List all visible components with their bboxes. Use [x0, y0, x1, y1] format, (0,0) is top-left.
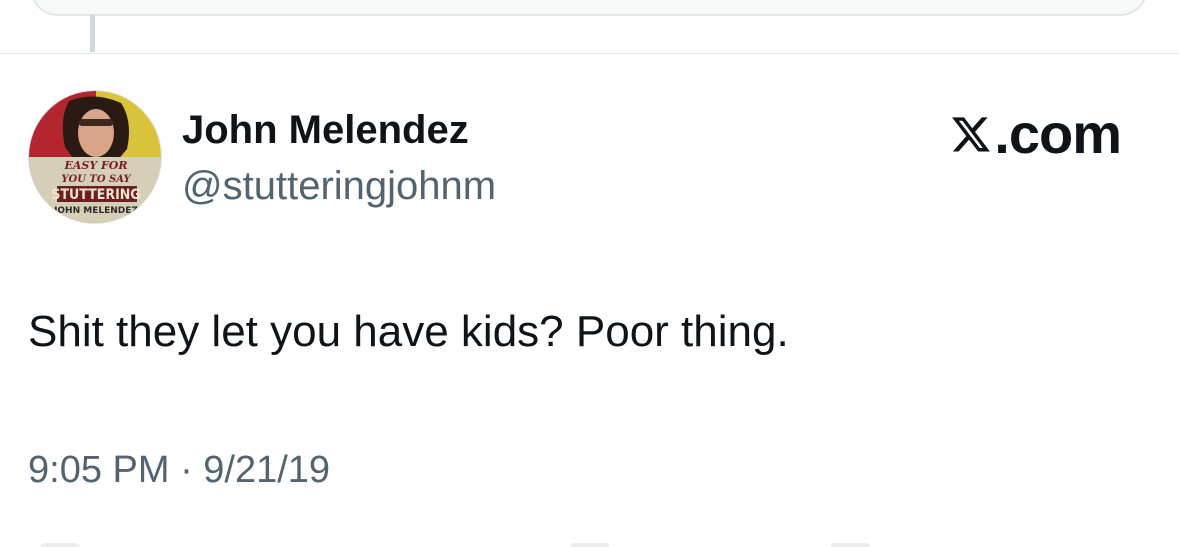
x-logo-icon	[952, 117, 991, 152]
tweet-timestamp[interactable]: 9:05 PM · 9/21/19	[28, 446, 330, 494]
thread-connector-line	[90, 14, 95, 52]
avatar-cover-line1: EASY FOR	[63, 159, 127, 172]
brand-logo: .com	[950, 102, 1122, 165]
avatar-image: EASY FOR YOU TO SAY STUTTERING JOHN MELE…	[29, 91, 161, 223]
action-bar-partial	[0, 540, 1179, 547]
reply-icon[interactable]	[40, 543, 80, 547]
avatar-cover-line4: JOHN MELENDEZ	[53, 206, 138, 216]
avatar[interactable]: EASY FOR YOU TO SAY STUTTERING JOHN MELE…	[28, 90, 162, 224]
brand-domain-text: .com	[994, 102, 1122, 165]
author-handle[interactable]: @stutteringjohnm	[182, 162, 496, 210]
divider	[0, 53, 1179, 54]
retweet-icon[interactable]	[570, 543, 610, 547]
like-icon[interactable]	[830, 543, 870, 547]
tweet-text: Shit they let you have kids? Poor thing.	[28, 307, 789, 356]
tweet-screenshot: EASY FOR YOU TO SAY STUTTERING JOHN MELE…	[0, 0, 1179, 547]
author-name[interactable]: John Melendez	[182, 106, 469, 154]
avatar-cover-line3: STUTTERING	[51, 187, 140, 203]
avatar-cover-line2: YOU TO SAY	[61, 174, 131, 185]
previous-tweet-card[interactable]	[30, 0, 1148, 16]
